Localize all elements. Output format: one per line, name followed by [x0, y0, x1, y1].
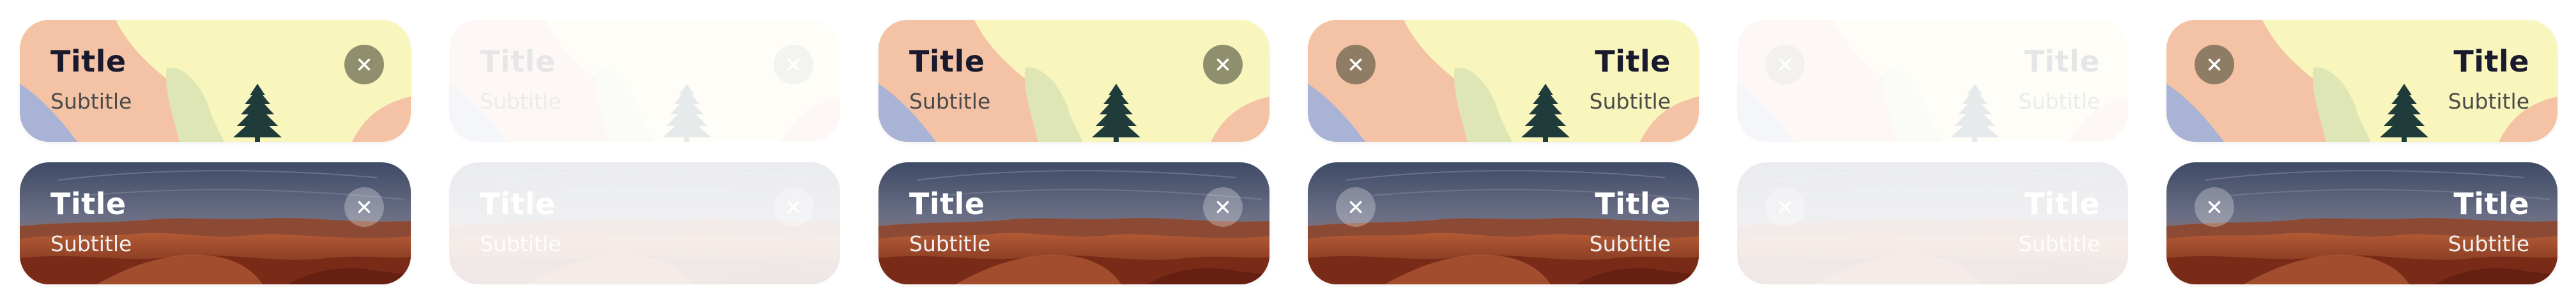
close-icon — [1779, 201, 1791, 213]
close-button — [1765, 45, 1805, 84]
close-button — [774, 187, 813, 227]
card-title: Title — [480, 44, 556, 79]
card-dark-right-disabled: Title Subtitle — [1737, 162, 2128, 284]
card-subtitle: Subtitle — [2448, 231, 2529, 256]
card-subtitle: Subtitle — [2448, 89, 2529, 114]
close-button — [774, 45, 813, 84]
close-button[interactable] — [1203, 45, 1243, 84]
card-dark-left[interactable]: Title Subtitle — [20, 162, 411, 284]
card-title: Title — [2024, 44, 2100, 79]
close-button[interactable] — [1203, 187, 1243, 227]
pine-tree-illustration — [449, 20, 840, 142]
card-title: Title — [50, 187, 126, 221]
close-button[interactable] — [2195, 187, 2234, 227]
close-icon — [1349, 58, 1362, 71]
close-icon — [1216, 58, 1229, 71]
card-title: Title — [2453, 44, 2529, 79]
canyon-illustration — [878, 162, 1269, 284]
close-icon — [787, 58, 800, 71]
canyon-illustration — [20, 162, 411, 284]
card-subtitle: Subtitle — [2018, 89, 2100, 114]
pine-tree-illustration — [20, 20, 411, 142]
card-dark-left-disabled: Title Subtitle — [449, 162, 840, 284]
card-subtitle: Subtitle — [50, 89, 132, 114]
card-light-right-alt[interactable]: Title Subtitle — [2166, 20, 2557, 142]
card-title: Title — [1595, 187, 1671, 221]
card-light-left[interactable]: Title Subtitle — [20, 20, 411, 142]
close-icon — [2208, 58, 2221, 71]
card-subtitle: Subtitle — [480, 231, 562, 256]
close-icon — [1779, 58, 1791, 71]
close-icon — [358, 58, 371, 71]
card-dark-right[interactable]: Title Subtitle — [1308, 162, 1699, 284]
close-button[interactable] — [1336, 45, 1376, 84]
card-light-right-disabled: Title Subtitle — [1737, 20, 2128, 142]
card-dark-right-alt[interactable]: Title Subtitle — [2166, 162, 2557, 284]
close-button[interactable] — [1336, 187, 1376, 227]
close-button[interactable] — [2195, 45, 2234, 84]
card-title: Title — [50, 44, 126, 79]
card-subtitle: Subtitle — [2018, 231, 2100, 256]
pine-tree-illustration — [878, 20, 1269, 142]
canyon-illustration — [449, 162, 840, 284]
card-subtitle: Subtitle — [909, 89, 991, 114]
card-light-left-disabled: Title Subtitle — [449, 20, 840, 142]
card-subtitle: Subtitle — [1589, 89, 1671, 114]
close-icon — [1216, 201, 1229, 213]
card-title: Title — [1595, 44, 1671, 79]
close-button — [1765, 187, 1805, 227]
card-subtitle: Subtitle — [909, 231, 991, 256]
card-title: Title — [909, 44, 985, 79]
card-light-right[interactable]: Title Subtitle — [1308, 20, 1699, 142]
card-subtitle: Subtitle — [1589, 231, 1671, 256]
card-title: Title — [2024, 187, 2100, 221]
close-icon — [2208, 201, 2221, 213]
card-subtitle: Subtitle — [480, 89, 562, 114]
close-icon — [1349, 201, 1362, 213]
close-button[interactable] — [344, 187, 384, 227]
card-light-left-alt[interactable]: Title Subtitle — [878, 20, 1269, 142]
card-title: Title — [2453, 187, 2529, 221]
card-subtitle: Subtitle — [50, 231, 132, 256]
card-title: Title — [480, 187, 556, 221]
close-icon — [787, 201, 800, 213]
close-button[interactable] — [344, 45, 384, 84]
card-dark-left-alt[interactable]: Title Subtitle — [878, 162, 1269, 284]
close-icon — [358, 201, 371, 213]
card-title: Title — [909, 187, 985, 221]
